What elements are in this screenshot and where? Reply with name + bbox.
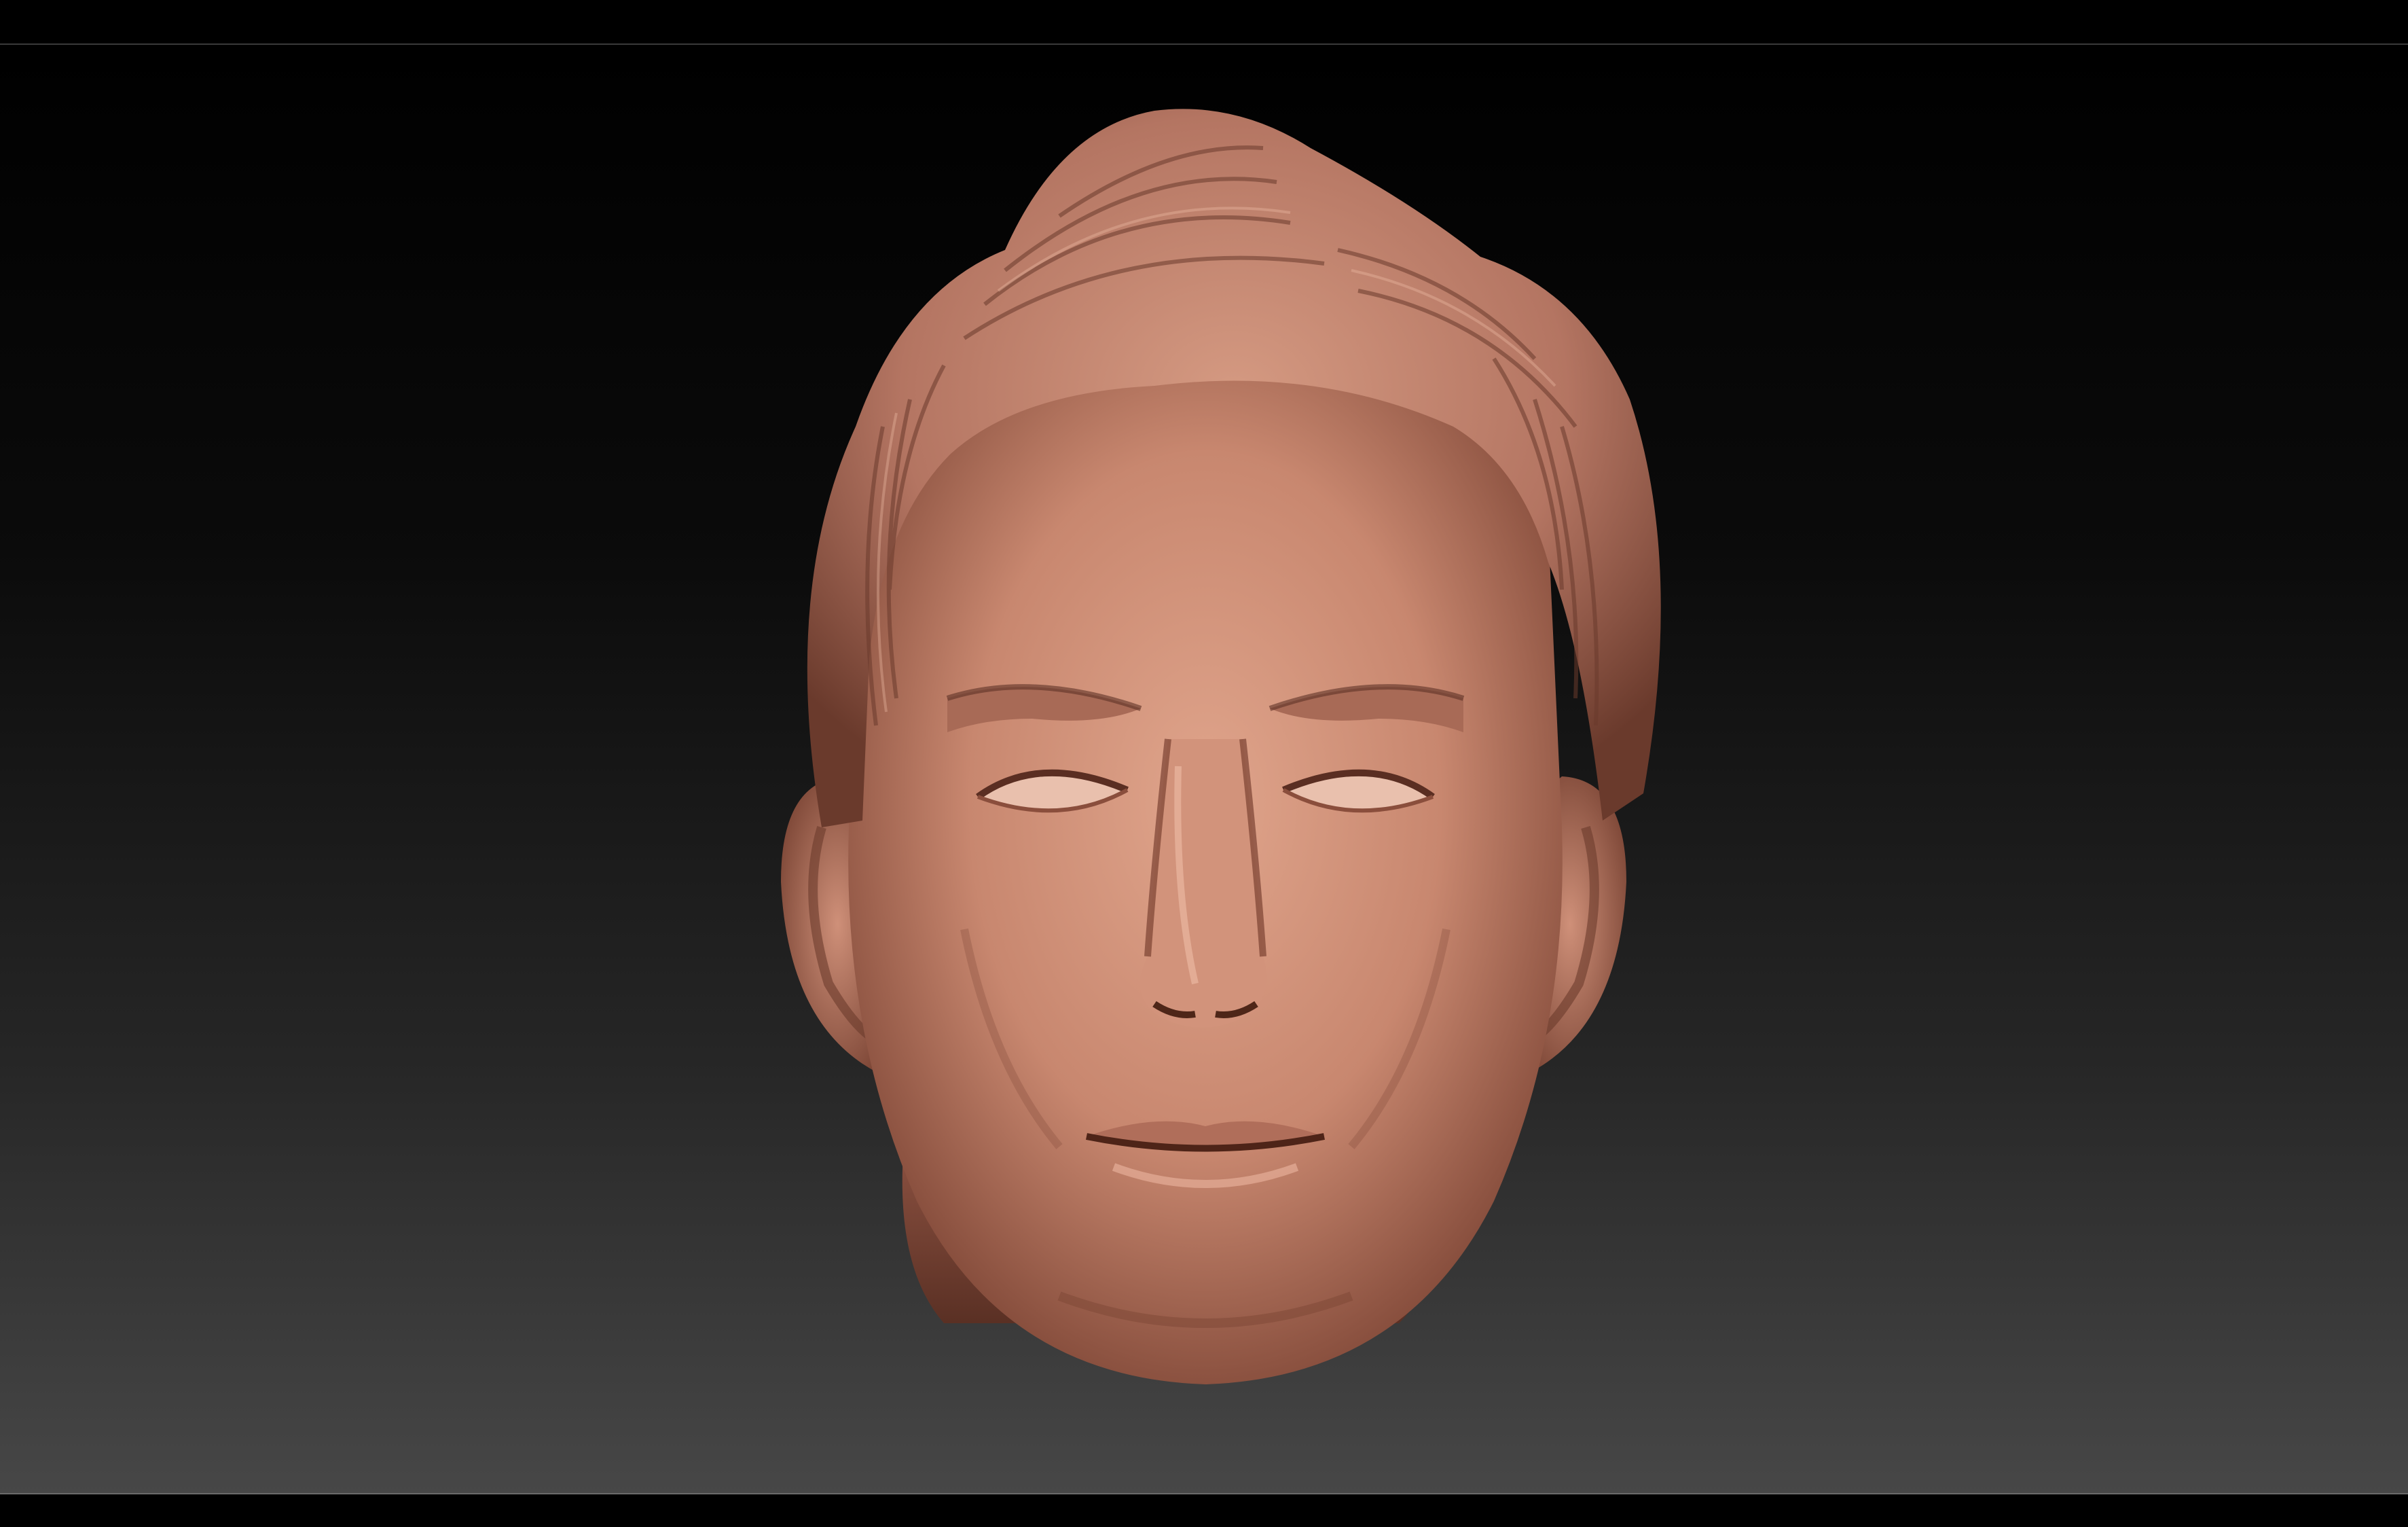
sculpted-head-model[interactable] bbox=[0, 46, 2408, 1493]
top-toolbar bbox=[0, 0, 2408, 45]
sculpting-app-window bbox=[0, 0, 2408, 1527]
3d-viewport-canvas[interactable] bbox=[0, 46, 2408, 1493]
bottom-status-bar bbox=[0, 1493, 2408, 1527]
